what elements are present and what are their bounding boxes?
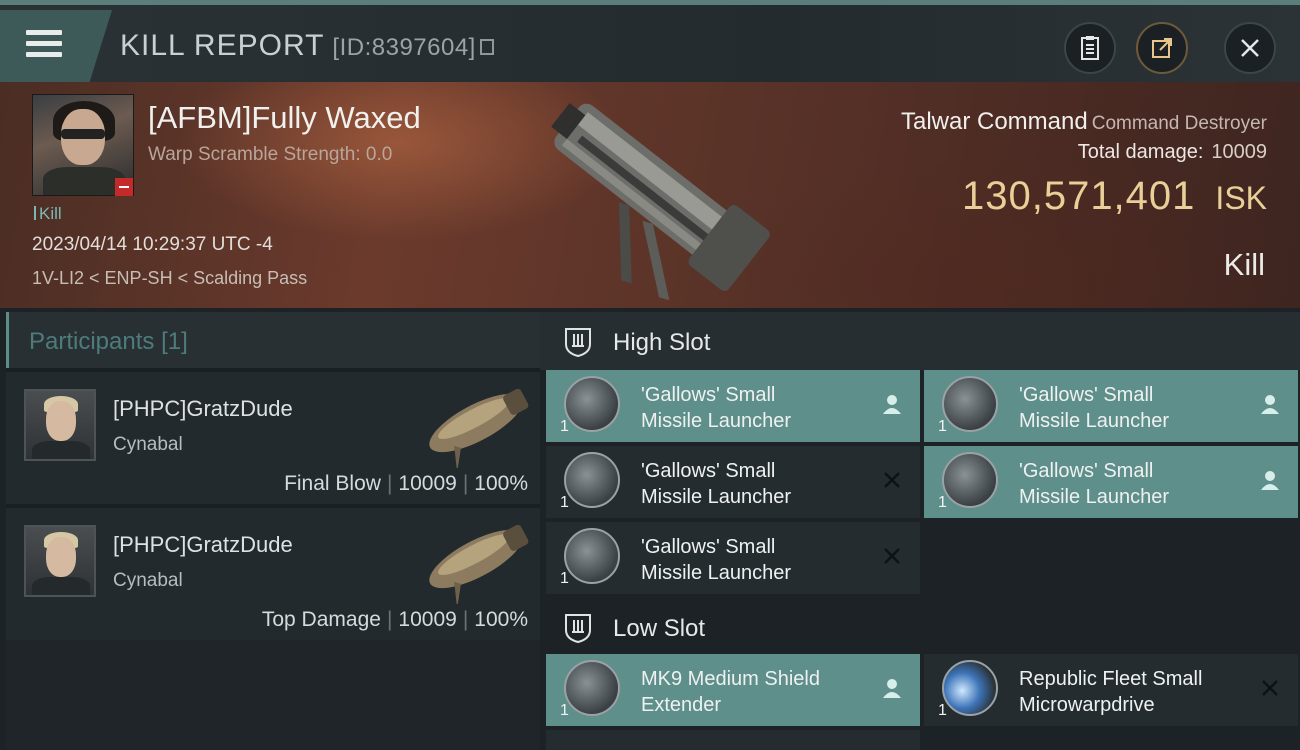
title-bar: KILL REPORT [ID:8397604]: [0, 0, 1300, 82]
module-item[interactable]: 1 Republic Fleet Small Microwarpdrive: [924, 654, 1298, 726]
participants-title: Participants: [29, 328, 155, 355]
isk-unit: ISK: [1215, 180, 1267, 216]
module-item[interactable]: 1 'Gallows' Small Missile Launcher: [546, 446, 920, 518]
participants-panel: Participants [1] [PHPC]GratzDude Cynabal…: [6, 312, 540, 750]
ship-info: Talwar Command Command Destroyer: [901, 108, 1267, 136]
participant-damage: 10009: [398, 472, 457, 495]
participants-count: [1]: [161, 328, 188, 355]
clipboard-button[interactable]: [1064, 22, 1116, 74]
missile-launcher-icon: [564, 528, 620, 584]
participant-name: [PHPC]GratzDude: [113, 532, 293, 557]
participant-row[interactable]: [PHPC]GratzDude Cynabal Top Damage | 10009…: [6, 504, 540, 640]
destroyed-x-icon: [884, 472, 900, 488]
warp-scramble-strength: Warp Scramble Strength: 0.0: [148, 144, 393, 165]
hamburger-icon: [26, 30, 62, 60]
victim-name[interactable]: [AFBM]Fully Waxed: [148, 100, 421, 136]
microwarpdrive-icon: [942, 660, 998, 716]
isk-amount: 130,571,401: [961, 174, 1196, 218]
module-qty: 1: [560, 570, 569, 587]
module-item-partial[interactable]: [546, 730, 920, 750]
destroyed-x-icon: [884, 548, 900, 564]
total-damage-label: Total damage:: [1077, 141, 1204, 163]
close-button[interactable]: [1224, 22, 1276, 74]
high-slot-icon: [565, 328, 591, 358]
module-name: 'Gallows' Small Missile Launcher: [641, 536, 792, 584]
module-item[interactable]: 1 MK9 Medium Shield Extender: [546, 654, 920, 726]
loss-badge: [115, 178, 133, 196]
participant-stats: Top Damage | 10009 | 100%: [261, 608, 528, 631]
participant-row[interactable]: [PHPC]GratzDude Cynabal Final Blow | 10009…: [6, 368, 540, 504]
participant-stats: Final Blow | 10009 | 100%: [284, 472, 528, 495]
participant-percent: 100%: [474, 608, 528, 631]
module-name: 'Gallows' Small Missile Launcher: [641, 460, 792, 508]
module-qty: 1: [938, 418, 947, 435]
ship-class: Command Destroyer: [1091, 113, 1267, 134]
module-name: Republic Fleet Small Microwarpdrive: [1019, 668, 1203, 716]
share-icon: [1152, 38, 1172, 58]
victim-summary: [AFBM]Fully Waxed Warp Scramble Strength…: [0, 82, 1300, 308]
isk-value: 130,571,401 ISK: [962, 174, 1267, 219]
copy-icon[interactable]: [479, 39, 494, 56]
title-text: KILL REPORT: [120, 29, 325, 62]
module-qty: 1: [560, 494, 569, 511]
high-slot-header: High Slot: [540, 312, 1300, 370]
participant-role: Top Damage: [261, 608, 381, 631]
ship-name[interactable]: Talwar Command: [901, 108, 1088, 135]
low-slot-label: Low Slot: [613, 615, 706, 642]
participant-ship: Cynabal: [113, 570, 183, 591]
participant-ship-image[interactable]: [416, 378, 536, 468]
person-icon: [1261, 471, 1279, 490]
participant-percent: 100%: [474, 472, 528, 495]
module-qty: 1: [938, 494, 947, 511]
fitting-panel: High Slot 1 'Gallows' Small Missile Launc…: [540, 312, 1300, 750]
module-qty: 1: [560, 702, 569, 719]
menu-button[interactable]: [0, 10, 112, 82]
participant-ship: Cynabal: [113, 434, 183, 455]
participants-header: Participants [1]: [6, 312, 540, 368]
share-button[interactable]: [1136, 22, 1188, 74]
clipboard-icon: [1081, 36, 1099, 60]
avatar[interactable]: [24, 525, 96, 597]
module-qty: 1: [938, 702, 947, 719]
module-qty: 1: [560, 418, 569, 435]
page-title: KILL REPORT [ID:8397604]: [120, 29, 494, 63]
module-name: 'Gallows' Small Missile Launcher: [1019, 460, 1170, 508]
result-label: Kill: [1223, 247, 1265, 282]
module-name: 'Gallows' Small Missile Launcher: [641, 384, 792, 432]
shield-extender-icon: [564, 660, 620, 716]
missile-launcher-icon: [564, 376, 620, 432]
kill-count: Kill: [34, 204, 62, 224]
missile-launcher-icon: [942, 452, 998, 508]
participant-name: [PHPC]GratzDude: [113, 396, 293, 421]
total-damage: Total damage: 10009: [1078, 141, 1267, 164]
participant-damage: 10009: [398, 608, 457, 631]
module-item[interactable]: 1 'Gallows' Small Missile Launcher: [546, 522, 920, 594]
module-item[interactable]: 1 'Gallows' Small Missile Launcher: [546, 370, 920, 442]
participant-role: Final Blow: [284, 472, 381, 495]
person-icon: [883, 679, 901, 698]
module-name: 'Gallows' Small Missile Launcher: [1019, 384, 1170, 432]
high-slot-label: High Slot: [613, 329, 711, 356]
destroyed-x-icon: [1262, 680, 1278, 696]
module-item[interactable]: 1 'Gallows' Small Missile Launcher: [924, 446, 1298, 518]
avatar[interactable]: [24, 389, 96, 461]
missile-launcher-icon: [942, 376, 998, 432]
kill-location[interactable]: 1V-LI2 < ENP-SH < Scalding Pass: [32, 268, 307, 289]
low-slot-header: Low Slot: [540, 598, 1300, 656]
close-icon: [1241, 39, 1259, 57]
total-damage-value: 10009: [1211, 141, 1267, 163]
person-icon: [883, 395, 901, 414]
module-name: MK9 Medium Shield Extender: [641, 668, 820, 716]
victim-ship-image[interactable]: [520, 90, 780, 300]
person-icon: [1261, 395, 1279, 414]
kill-timestamp: 2023/04/14 10:29:37 UTC -4: [32, 234, 273, 255]
missile-launcher-icon: [564, 452, 620, 508]
participant-ship-image[interactable]: [416, 514, 536, 604]
module-item[interactable]: 1 'Gallows' Small Missile Launcher: [924, 370, 1298, 442]
low-slot-icon: [565, 614, 591, 644]
kill-id: [ID:8397604]: [332, 34, 476, 61]
